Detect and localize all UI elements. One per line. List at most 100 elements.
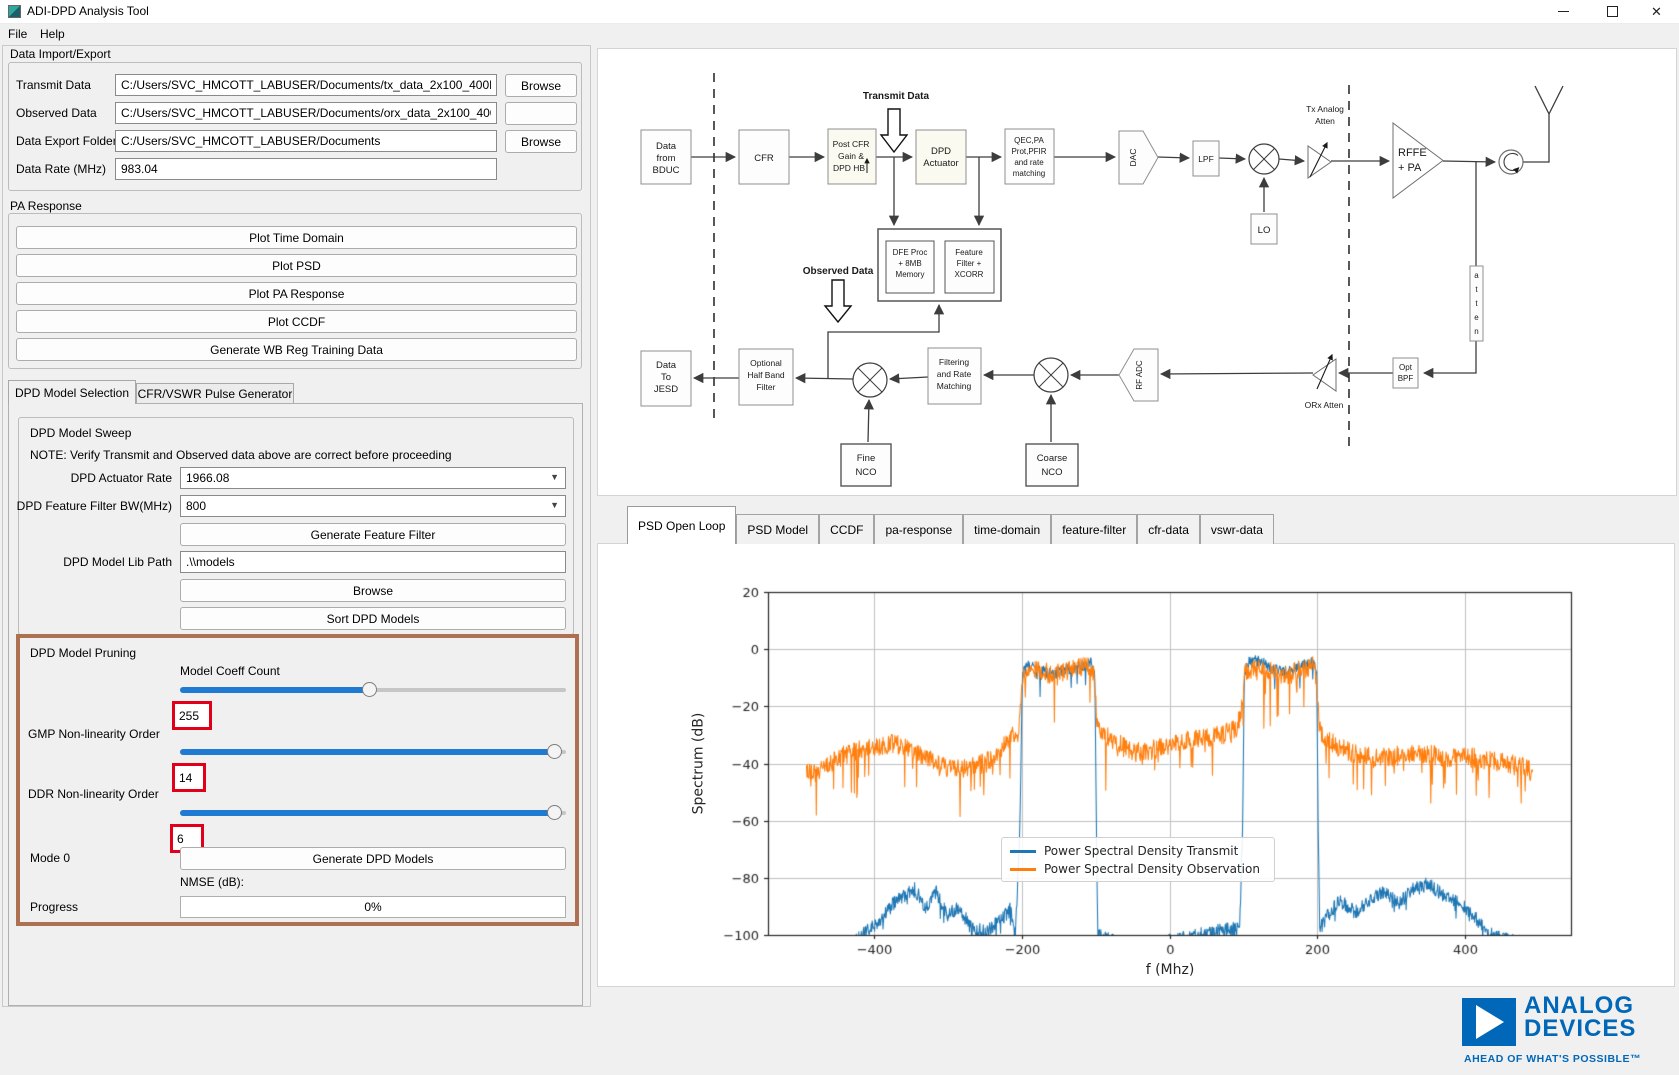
- feature-bw-combo[interactable]: 800 ▼: [180, 495, 566, 517]
- plot-pa-response-button[interactable]: Plot PA Response: [16, 282, 577, 305]
- lib-browse-button[interactable]: Browse: [180, 579, 566, 602]
- chevron-down-icon: ▼: [550, 500, 559, 510]
- diagram-box-lpf: LPF: [1193, 141, 1219, 176]
- tab-cfr-data[interactable]: cfr-data: [1137, 514, 1200, 544]
- psd-chart-panel: Spectrum (dB) f (Mhz) Power Spectral Den…: [597, 543, 1675, 987]
- slider-handle[interactable]: [547, 805, 562, 820]
- legend-item-transmit: Power Spectral Density Transmit: [1010, 842, 1266, 860]
- maximize-button[interactable]: [1590, 0, 1635, 23]
- diagram-dfe-container: DFE Proc + 8MB Memory Feature Filter + X…: [878, 229, 1001, 301]
- observed-browse-button[interactable]: [505, 102, 577, 125]
- coeff-count-slider[interactable]: [180, 682, 566, 698]
- data-rate-label: Data Rate (MHz): [16, 158, 106, 180]
- coeff-count-label: Model Coeff Count: [180, 664, 280, 678]
- diagram-mixer-fine: [853, 363, 887, 397]
- diagram-mixer-coarse: [1034, 358, 1068, 392]
- analog-devices-logo: ANALOG DEVICES AHEAD OF WHAT'S POSSIBLE™: [1462, 994, 1677, 1072]
- feature-bw-value: 800: [186, 499, 206, 513]
- lib-path-input[interactable]: [180, 551, 566, 573]
- signal-chain-diagram: Transmit Data Observed Data Data from BD…: [597, 48, 1677, 496]
- model-sweep-note: NOTE: Verify Transmit and Observed data …: [30, 448, 452, 462]
- svg-text:NCO: NCO: [1041, 467, 1062, 478]
- svg-text:ORx Atten: ORx Atten: [1305, 400, 1344, 410]
- minimize-button[interactable]: [1541, 0, 1586, 23]
- logo-word-devices: DEVICES: [1524, 1017, 1636, 1041]
- diagram-box-halfband: Optional Half Band Filter: [739, 349, 793, 405]
- slider-handle[interactable]: [362, 682, 377, 697]
- generate-feature-filter-button[interactable]: Generate Feature Filter: [180, 523, 566, 546]
- actuator-rate-label: DPD Actuator Rate: [20, 467, 172, 489]
- plot-ccdf-button[interactable]: Plot CCDF: [16, 310, 577, 333]
- transmit-data-input[interactable]: [115, 74, 497, 96]
- progress-label: Progress: [30, 896, 78, 918]
- diagram-orx-atten: ORx Atten: [1305, 355, 1344, 410]
- diagram-box-cfr: CFR: [739, 130, 789, 184]
- transmit-browse-button[interactable]: Browse: [505, 74, 577, 97]
- diagram-tx-analog-atten: Tx Analog Atten: [1306, 104, 1344, 178]
- actuator-rate-combo[interactable]: 1966.08 ▼: [180, 467, 566, 489]
- gmp-order-slider[interactable]: [180, 744, 566, 760]
- svg-text:Observed Data: Observed Data: [803, 266, 874, 277]
- diagram-box-bduc: Data from BDUC: [641, 130, 691, 184]
- svg-text:e: e: [1474, 313, 1479, 322]
- svg-text:Data: Data: [656, 360, 677, 371]
- diagram-box-post-cfr: Post CFR Gain & DPD HB: [828, 129, 876, 184]
- svg-text:JESD: JESD: [654, 384, 678, 395]
- generate-dpd-models-button[interactable]: Generate DPD Models: [180, 847, 566, 870]
- diagram-box-dpd-actuator: DPD Actuator: [916, 130, 966, 184]
- menu-help[interactable]: Help: [34, 25, 71, 47]
- ddr-order-slider[interactable]: [180, 805, 566, 821]
- tab-cfr-vswr[interactable]: CFR/VSWR Pulse Generator: [136, 383, 294, 404]
- plot-psd-button[interactable]: Plot PSD: [16, 254, 577, 277]
- tab-ccdf[interactable]: CCDF: [819, 514, 874, 544]
- plot-time-domain-button[interactable]: Plot Time Domain: [16, 226, 577, 249]
- tab-time-domain[interactable]: time-domain: [963, 514, 1051, 544]
- export-browse-button[interactable]: Browse: [505, 130, 577, 153]
- chart-legend: Power Spectral Density Transmit Power Sp…: [1001, 837, 1275, 882]
- svg-text:DFE Proc: DFE Proc: [893, 248, 928, 257]
- diagram-mixer-tx: [1249, 144, 1279, 174]
- tab-dpd-model-selection[interactable]: DPD Model Selection: [8, 380, 136, 404]
- export-folder-input[interactable]: [115, 130, 497, 152]
- legend-item-observation: Power Spectral Density Observation: [1010, 860, 1266, 878]
- svg-text:Feature: Feature: [955, 248, 983, 257]
- svg-text:Tx Analog: Tx Analog: [1306, 104, 1344, 114]
- slider-handle[interactable]: [547, 744, 562, 759]
- actuator-rate-value: 1966.08: [186, 471, 229, 485]
- sort-dpd-models-button[interactable]: Sort DPD Models: [180, 607, 566, 630]
- svg-text:Half Band: Half Band: [747, 370, 785, 380]
- menu-file[interactable]: File: [2, 25, 33, 47]
- tab-psd-open-loop[interactable]: PSD Open Loop: [627, 506, 736, 544]
- app-icon: [8, 5, 21, 18]
- diagram-box-jesd: Data To JESD: [641, 351, 691, 406]
- transmit-data-label: Transmit Data: [16, 74, 91, 96]
- window-title: ADI-DPD Analysis Tool: [27, 4, 149, 18]
- svg-text:Prot,PFIR: Prot,PFIR: [1011, 147, 1046, 156]
- slider-fill: [180, 687, 369, 693]
- svg-text:Filter: Filter: [757, 382, 776, 392]
- diagram-box-opt-bpf: Opt BPF: [1393, 358, 1418, 388]
- diagram-dac: DAC: [1119, 131, 1158, 184]
- tab-feature-filter[interactable]: feature-filter: [1051, 514, 1137, 544]
- svg-text:Matching: Matching: [937, 381, 972, 391]
- adi-logo-mark: [1462, 998, 1516, 1046]
- svg-text:LPF: LPF: [1198, 154, 1214, 164]
- gmp-order-label: GMP Non-linearity Order: [28, 727, 160, 741]
- svg-text:QEC,PA: QEC,PA: [1014, 136, 1044, 145]
- svg-text:Transmit Data: Transmit Data: [863, 91, 930, 102]
- close-button[interactable]: ✕: [1634, 0, 1679, 23]
- tab-pa-response[interactable]: pa-response: [874, 514, 963, 544]
- close-icon: ✕: [1651, 5, 1662, 18]
- generate-wb-reg-button[interactable]: Generate WB Reg Training Data: [16, 338, 577, 361]
- logo-tagline: AHEAD OF WHAT'S POSSIBLE™: [1464, 1053, 1641, 1065]
- svg-text:BDUC: BDUC: [653, 165, 680, 176]
- observed-data-input[interactable]: [115, 102, 497, 124]
- slider-fill: [180, 749, 562, 755]
- svg-text:+ 8MB: + 8MB: [898, 259, 921, 268]
- mode-label: Mode 0: [30, 847, 70, 869]
- tab-vswr-data[interactable]: vswr-data: [1200, 514, 1274, 544]
- data-rate-input[interactable]: [115, 158, 497, 180]
- gmp-order-value: 14: [172, 763, 206, 792]
- model-sweep-label: DPD Model Sweep: [30, 426, 131, 440]
- tab-psd-model[interactable]: PSD Model: [736, 514, 819, 544]
